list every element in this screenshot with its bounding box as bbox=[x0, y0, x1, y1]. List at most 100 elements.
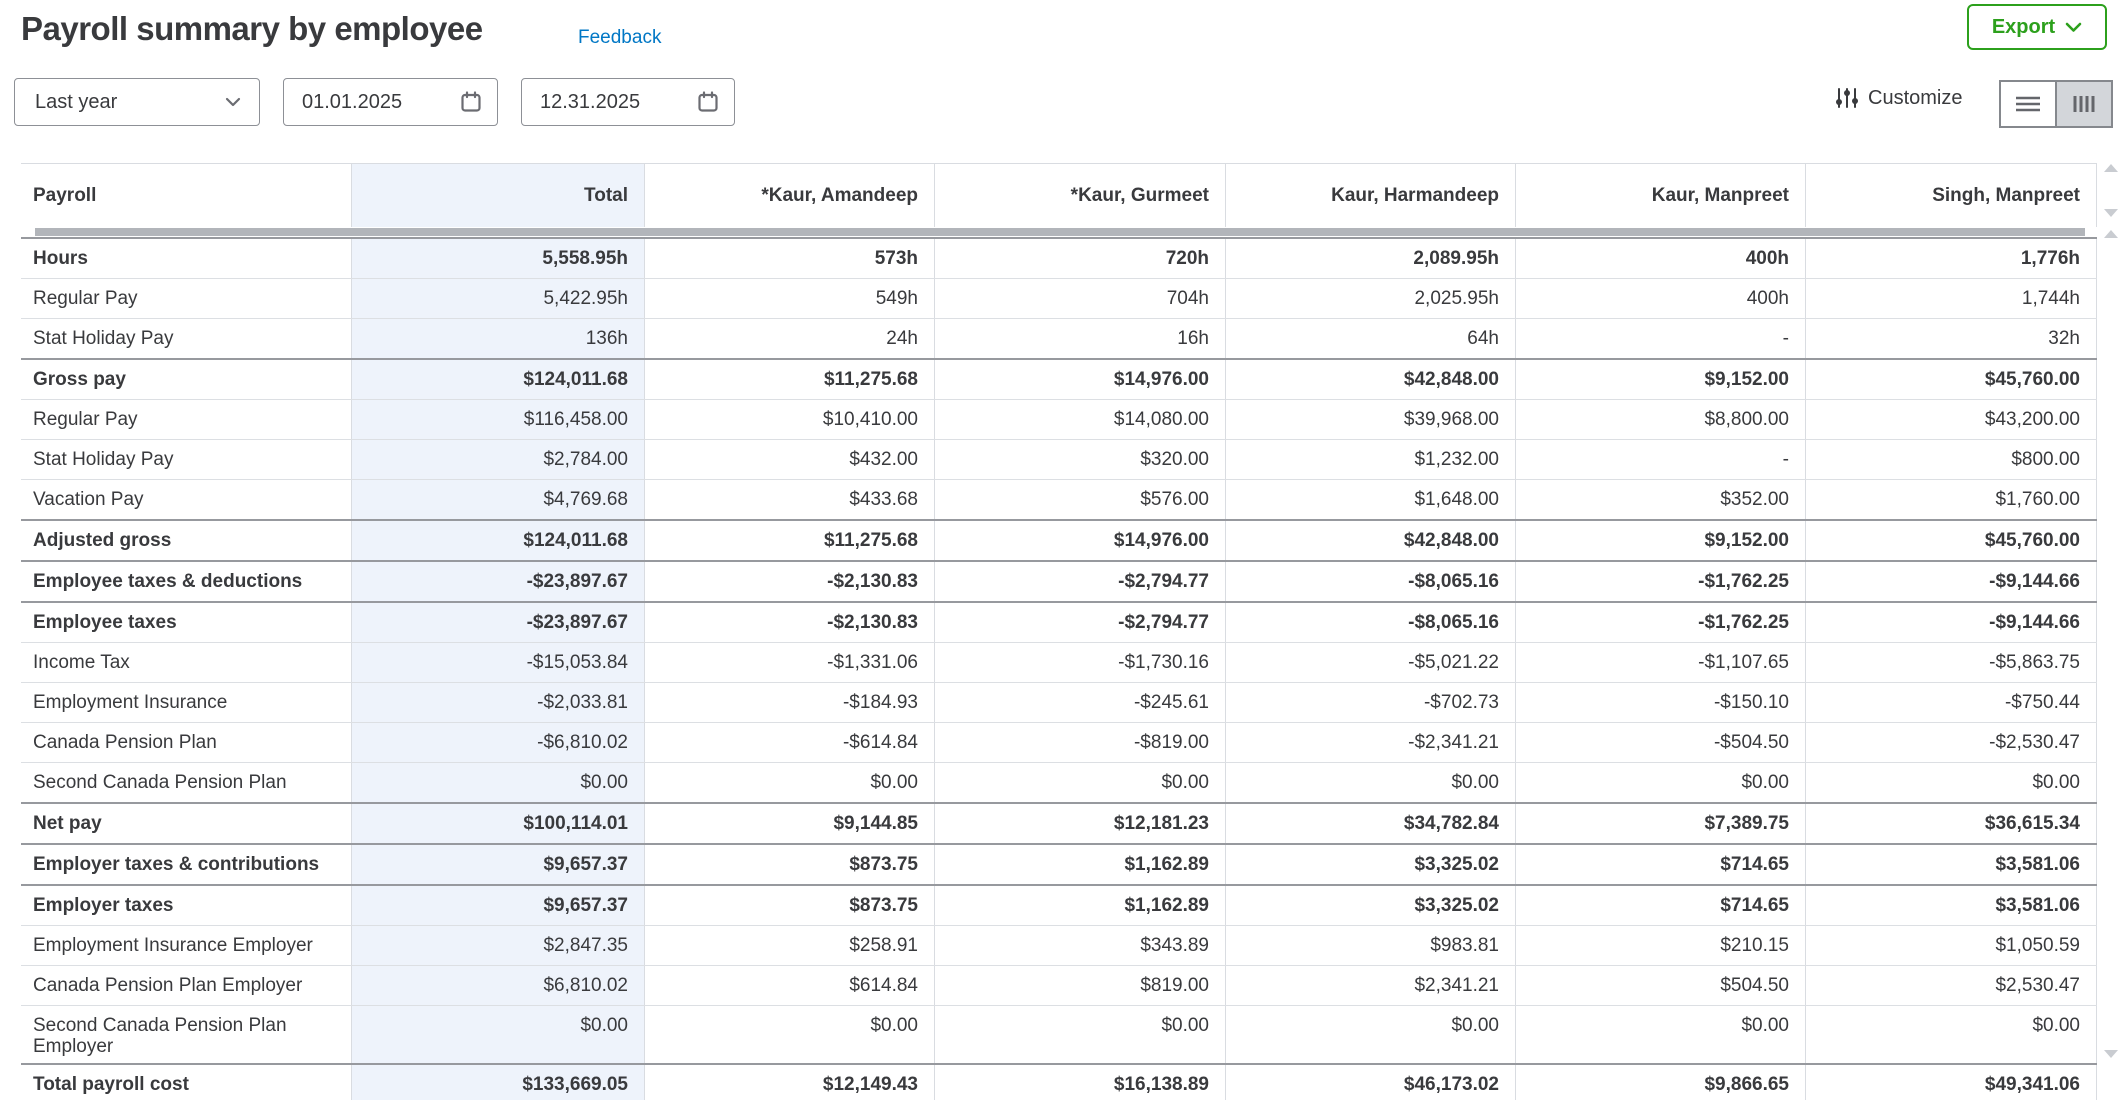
cell-value: 32h bbox=[1806, 319, 2097, 358]
scroll-down-arrow-icon[interactable] bbox=[2104, 209, 2118, 217]
table-body: Hours5,558.95h573h720h2,089.95h400h1,776… bbox=[21, 237, 2097, 1100]
cell-value: -$8,065.16 bbox=[1226, 562, 1516, 601]
table-row: Employment Insurance Employer$2,847.35$2… bbox=[21, 925, 2097, 965]
cell-value: $3,325.02 bbox=[1226, 886, 1516, 925]
horizontal-scrollbar[interactable] bbox=[21, 227, 2097, 237]
cell-value: $133,669.05 bbox=[352, 1065, 645, 1100]
cell-value: -$23,897.67 bbox=[352, 562, 645, 601]
cell-value: $0.00 bbox=[935, 763, 1226, 802]
feedback-link[interactable]: Feedback bbox=[578, 27, 661, 49]
period-select[interactable]: Last year bbox=[14, 78, 260, 126]
cell-value: $6,810.02 bbox=[352, 966, 645, 1005]
table-row: Canada Pension Plan Employer$6,810.02$61… bbox=[21, 965, 2097, 1005]
row-label: Employer taxes bbox=[21, 886, 352, 925]
cell-value: -$1,730.16 bbox=[935, 643, 1226, 682]
cell-value: -$2,530.47 bbox=[1806, 723, 2097, 762]
cell-value: -$9,144.66 bbox=[1806, 603, 2097, 642]
payroll-table: PayrollTotal*Kaur, Amandeep*Kaur, Gurmee… bbox=[21, 163, 2097, 1100]
row-label: Adjusted gross bbox=[21, 521, 352, 560]
cell-value: $14,976.00 bbox=[935, 360, 1226, 399]
cell-value: 1,776h bbox=[1806, 239, 2097, 278]
cell-value: $45,760.00 bbox=[1806, 360, 2097, 399]
cell-value: $714.65 bbox=[1516, 845, 1806, 884]
row-label: Regular Pay bbox=[21, 279, 352, 318]
row-label: Employment Insurance bbox=[21, 683, 352, 722]
cell-value: $352.00 bbox=[1516, 480, 1806, 519]
cell-value: -$1,331.06 bbox=[645, 643, 935, 682]
cell-value: $10,410.00 bbox=[645, 400, 935, 439]
cell-value: -$5,863.75 bbox=[1806, 643, 2097, 682]
cell-value: $1,162.89 bbox=[935, 845, 1226, 884]
row-label: Vacation Pay bbox=[21, 480, 352, 519]
cell-value: $34,782.84 bbox=[1226, 804, 1516, 843]
cell-value: $2,341.21 bbox=[1226, 966, 1516, 1005]
cell-value: $2,784.00 bbox=[352, 440, 645, 479]
scroll-down-arrow-icon[interactable] bbox=[2104, 1050, 2118, 1058]
cell-value: $1,050.59 bbox=[1806, 926, 2097, 965]
table-row: Total payroll cost$133,669.05$12,149.43$… bbox=[21, 1063, 2097, 1100]
column-view-button[interactable] bbox=[2057, 82, 2111, 126]
cell-value: 1,744h bbox=[1806, 279, 2097, 318]
scroll-up-arrow-icon[interactable] bbox=[2104, 164, 2118, 172]
cell-value: - bbox=[1516, 440, 1806, 479]
table-row: Employer taxes$9,657.37$873.75$1,162.89$… bbox=[21, 884, 2097, 925]
column-header: Total bbox=[352, 164, 645, 227]
table-row: Employee taxes & deductions-$23,897.67-$… bbox=[21, 560, 2097, 601]
scroll-up-arrow-icon[interactable] bbox=[2104, 230, 2118, 238]
export-button[interactable]: Export bbox=[1967, 4, 2107, 50]
list-view-button[interactable] bbox=[2001, 82, 2057, 126]
cell-value: -$2,794.77 bbox=[935, 562, 1226, 601]
cell-value: $576.00 bbox=[935, 480, 1226, 519]
table-row: Stat Holiday Pay136h24h16h64h-32h bbox=[21, 318, 2097, 358]
horizontal-scrollbar-thumb[interactable] bbox=[35, 228, 2085, 236]
cell-value: $873.75 bbox=[645, 886, 935, 925]
end-date-input[interactable]: 12.31.2025 bbox=[521, 78, 735, 126]
cell-value: 136h bbox=[352, 319, 645, 358]
cell-value: $9,866.65 bbox=[1516, 1065, 1806, 1100]
page-title: Payroll summary by employee bbox=[21, 10, 483, 48]
cell-value: -$150.10 bbox=[1516, 683, 1806, 722]
columns-icon bbox=[2069, 93, 2099, 115]
cell-value: 400h bbox=[1516, 239, 1806, 278]
cell-value: $0.00 bbox=[1226, 763, 1516, 802]
row-label: Regular Pay bbox=[21, 400, 352, 439]
cell-value: 64h bbox=[1226, 319, 1516, 358]
cell-value: $0.00 bbox=[1806, 763, 2097, 802]
cell-value: - bbox=[1516, 319, 1806, 358]
column-header: Payroll bbox=[21, 164, 352, 227]
cell-value: $3,581.06 bbox=[1806, 845, 2097, 884]
table-row: Hours5,558.95h573h720h2,089.95h400h1,776… bbox=[21, 237, 2097, 278]
cell-value: -$1,107.65 bbox=[1516, 643, 1806, 682]
column-header: Singh, Manpreet bbox=[1806, 164, 2097, 227]
row-label: Income Tax bbox=[21, 643, 352, 682]
chevron-down-icon bbox=[225, 97, 241, 107]
cell-value: 24h bbox=[645, 319, 935, 358]
cell-value: $36,615.34 bbox=[1806, 804, 2097, 843]
start-date-input[interactable]: 01.01.2025 bbox=[283, 78, 498, 126]
cell-value: $14,976.00 bbox=[935, 521, 1226, 560]
cell-value: $0.00 bbox=[1516, 763, 1806, 802]
cell-value: -$2,341.21 bbox=[1226, 723, 1516, 762]
customize-button[interactable]: Customize bbox=[1835, 86, 1962, 110]
cell-value: $433.68 bbox=[645, 480, 935, 519]
row-label: Canada Pension Plan bbox=[21, 723, 352, 762]
row-label: Net pay bbox=[21, 804, 352, 843]
cell-value: 704h bbox=[935, 279, 1226, 318]
row-label: Employment Insurance Employer bbox=[21, 926, 352, 965]
row-label: Total payroll cost bbox=[21, 1065, 352, 1100]
cell-value: $3,325.02 bbox=[1226, 845, 1516, 884]
cell-value: -$702.73 bbox=[1226, 683, 1516, 722]
export-button-label: Export bbox=[1992, 16, 2055, 39]
table-row: Employment Insurance-$2,033.81-$184.93-$… bbox=[21, 682, 2097, 722]
cell-value: $983.81 bbox=[1226, 926, 1516, 965]
cell-value: $124,011.68 bbox=[352, 360, 645, 399]
table-row: Adjusted gross$124,011.68$11,275.68$14,9… bbox=[21, 519, 2097, 560]
end-date-value: 12.31.2025 bbox=[540, 91, 640, 114]
cell-value: 573h bbox=[645, 239, 935, 278]
cell-value: $432.00 bbox=[645, 440, 935, 479]
cell-value: -$2,130.83 bbox=[645, 562, 935, 601]
cell-value: $343.89 bbox=[935, 926, 1226, 965]
cell-value: -$504.50 bbox=[1516, 723, 1806, 762]
cell-value: $2,847.35 bbox=[352, 926, 645, 965]
cell-value: -$614.84 bbox=[645, 723, 935, 762]
